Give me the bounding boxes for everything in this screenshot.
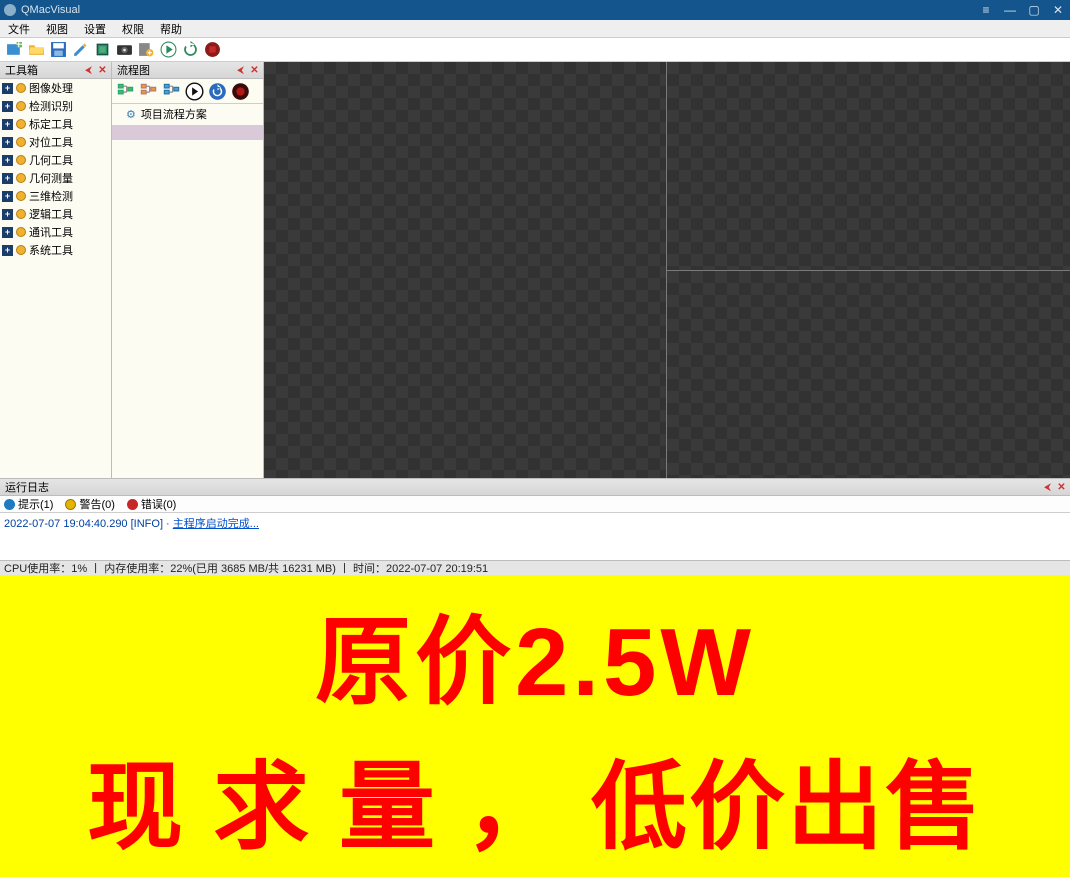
- tool-item-logic[interactable]: +逻辑工具: [0, 205, 111, 223]
- banner-line-2: 现求量，低价出售: [87, 729, 983, 868]
- menu-help[interactable]: 帮助: [152, 21, 190, 37]
- app-title: QMacVisual: [21, 4, 80, 16]
- tool-item-3d[interactable]: +三维检测: [0, 187, 111, 205]
- hamburger-icon[interactable]: ≡: [974, 0, 998, 20]
- play-icon[interactable]: [158, 40, 178, 60]
- tree-item-project[interactable]: ⚙ 项目流程方案: [112, 104, 263, 124]
- view-aux-bottom[interactable]: [667, 271, 1070, 479]
- edit-icon[interactable]: [70, 40, 90, 60]
- log-icon[interactable]: [136, 40, 156, 60]
- close-button[interactable]: ✕: [1046, 0, 1070, 20]
- filter-warn[interactable]: 警告(0): [65, 496, 114, 512]
- expand-icon: +: [2, 209, 13, 220]
- open-icon[interactable]: [26, 40, 46, 60]
- flow-play-icon[interactable]: [183, 80, 205, 102]
- gear-icon: ⚙: [126, 108, 136, 121]
- view-aux-top[interactable]: [667, 62, 1070, 271]
- dot-icon: [16, 137, 26, 147]
- app-icon: [4, 4, 16, 16]
- filter-err[interactable]: 错误(0): [127, 496, 176, 512]
- ad-banner: 原价2.5W 现求量，低价出售: [0, 575, 1070, 877]
- camera-icon[interactable]: [114, 40, 134, 60]
- flow-tool-3-icon[interactable]: [160, 80, 182, 102]
- filter-hint[interactable]: 提示(1): [4, 496, 53, 512]
- new-icon[interactable]: [4, 40, 24, 60]
- minimize-button[interactable]: —: [998, 0, 1022, 20]
- tool-item-measure[interactable]: +几何测量: [0, 169, 111, 187]
- toolbox-list: +图像处理 +检测识别 +标定工具 +对位工具 +几何工具 +几何测量 +三维检…: [0, 79, 111, 478]
- expand-icon: +: [2, 191, 13, 202]
- tool-item-calib[interactable]: +标定工具: [0, 115, 111, 133]
- tool-item-detect[interactable]: +检测识别: [0, 97, 111, 115]
- tool-item-geom[interactable]: +几何工具: [0, 151, 111, 169]
- panel-close-icon[interactable]: ✕: [1055, 481, 1068, 494]
- flowchart-panel: 流程图 ⮜ ✕ ⚙ 项目流程方案: [112, 62, 264, 478]
- dot-icon: [16, 191, 26, 201]
- dot-icon: [16, 209, 26, 219]
- info-dot-icon: [4, 499, 15, 510]
- toolbox-panel: 工具箱 ⮜ ✕ +图像处理 +检测识别 +标定工具 +对位工具 +几何工具 +几…: [0, 62, 112, 478]
- error-dot-icon: [127, 499, 138, 510]
- pin-icon[interactable]: ⮜: [1041, 481, 1054, 494]
- toolbox-title: 工具箱: [2, 62, 38, 78]
- tool-item-system[interactable]: +系统工具: [0, 241, 111, 259]
- main-area: 工具箱 ⮜ ✕ +图像处理 +检测识别 +标定工具 +对位工具 +几何工具 +几…: [0, 62, 1070, 478]
- expand-icon: +: [2, 155, 13, 166]
- main-toolbar: [0, 38, 1070, 62]
- refresh-icon[interactable]: [180, 40, 200, 60]
- tool-item-align[interactable]: +对位工具: [0, 133, 111, 151]
- dot-icon: [16, 227, 26, 237]
- log-body[interactable]: 2022-07-07 19:04:40.290 [INFO] · 主程序启动完成…: [0, 513, 1070, 560]
- flow-tree: ⚙ 项目流程方案: [112, 104, 263, 478]
- dot-icon: [16, 119, 26, 129]
- expand-icon: +: [2, 137, 13, 148]
- dot-icon: [16, 83, 26, 93]
- flow-tool-1-icon[interactable]: [114, 80, 136, 102]
- viewport: [264, 62, 1070, 478]
- maximize-button[interactable]: ▢: [1022, 0, 1046, 20]
- log-line: 2022-07-07 19:04:40.290 [INFO] · 主程序启动完成…: [4, 515, 1066, 531]
- selected-row[interactable]: [112, 125, 263, 140]
- tool-item-image[interactable]: +图像处理: [0, 79, 111, 97]
- menu-permission[interactable]: 权限: [114, 21, 152, 37]
- pin-icon[interactable]: ⮜: [82, 64, 95, 77]
- menubar: 文件 视图 设置 权限 帮助: [0, 20, 1070, 38]
- expand-icon: +: [2, 119, 13, 130]
- view-main[interactable]: [264, 62, 667, 478]
- flowchart-title: 流程图: [114, 62, 150, 78]
- menu-file[interactable]: 文件: [0, 21, 38, 37]
- log-title: 运行日志: [2, 479, 49, 495]
- status-text: CPU使用率：1% 丨 内存使用率：22%(已用 3685 MB/共 16231…: [4, 560, 488, 576]
- panel-close-icon[interactable]: ✕: [96, 64, 109, 77]
- save-icon[interactable]: [48, 40, 68, 60]
- panel-close-icon[interactable]: ✕: [248, 64, 261, 77]
- expand-icon: +: [2, 173, 13, 184]
- chip-icon[interactable]: [92, 40, 112, 60]
- expand-icon: +: [2, 227, 13, 238]
- menu-settings[interactable]: 设置: [76, 21, 114, 37]
- expand-icon: +: [2, 101, 13, 112]
- expand-icon: +: [2, 245, 13, 256]
- expand-icon: +: [2, 83, 13, 94]
- flow-toolbar: [112, 79, 263, 104]
- dot-icon: [16, 101, 26, 111]
- log-link[interactable]: 主程序启动完成...: [173, 518, 259, 530]
- dot-icon: [16, 245, 26, 255]
- flow-record-icon[interactable]: [229, 80, 251, 102]
- titlebar: QMacVisual ≡ — ▢ ✕: [0, 0, 1070, 20]
- warn-dot-icon: [65, 499, 76, 510]
- statusbar: CPU使用率：1% 丨 内存使用率：22%(已用 3685 MB/共 16231…: [0, 560, 1070, 575]
- tool-item-comm[interactable]: +通讯工具: [0, 223, 111, 241]
- dot-icon: [16, 155, 26, 165]
- log-panel: 运行日志 ⮜ ✕ 提示(1) 警告(0) 错误(0) 2022-07-07 19…: [0, 478, 1070, 560]
- flow-loop-icon[interactable]: [206, 80, 228, 102]
- menu-view[interactable]: 视图: [38, 21, 76, 37]
- dot-icon: [16, 173, 26, 183]
- stop-icon[interactable]: [202, 40, 222, 60]
- log-filter-bar: 提示(1) 警告(0) 错误(0): [0, 496, 1070, 513]
- flow-tool-2-icon[interactable]: [137, 80, 159, 102]
- banner-line-1: 原价2.5W: [315, 584, 755, 723]
- pin-icon[interactable]: ⮜: [234, 64, 247, 77]
